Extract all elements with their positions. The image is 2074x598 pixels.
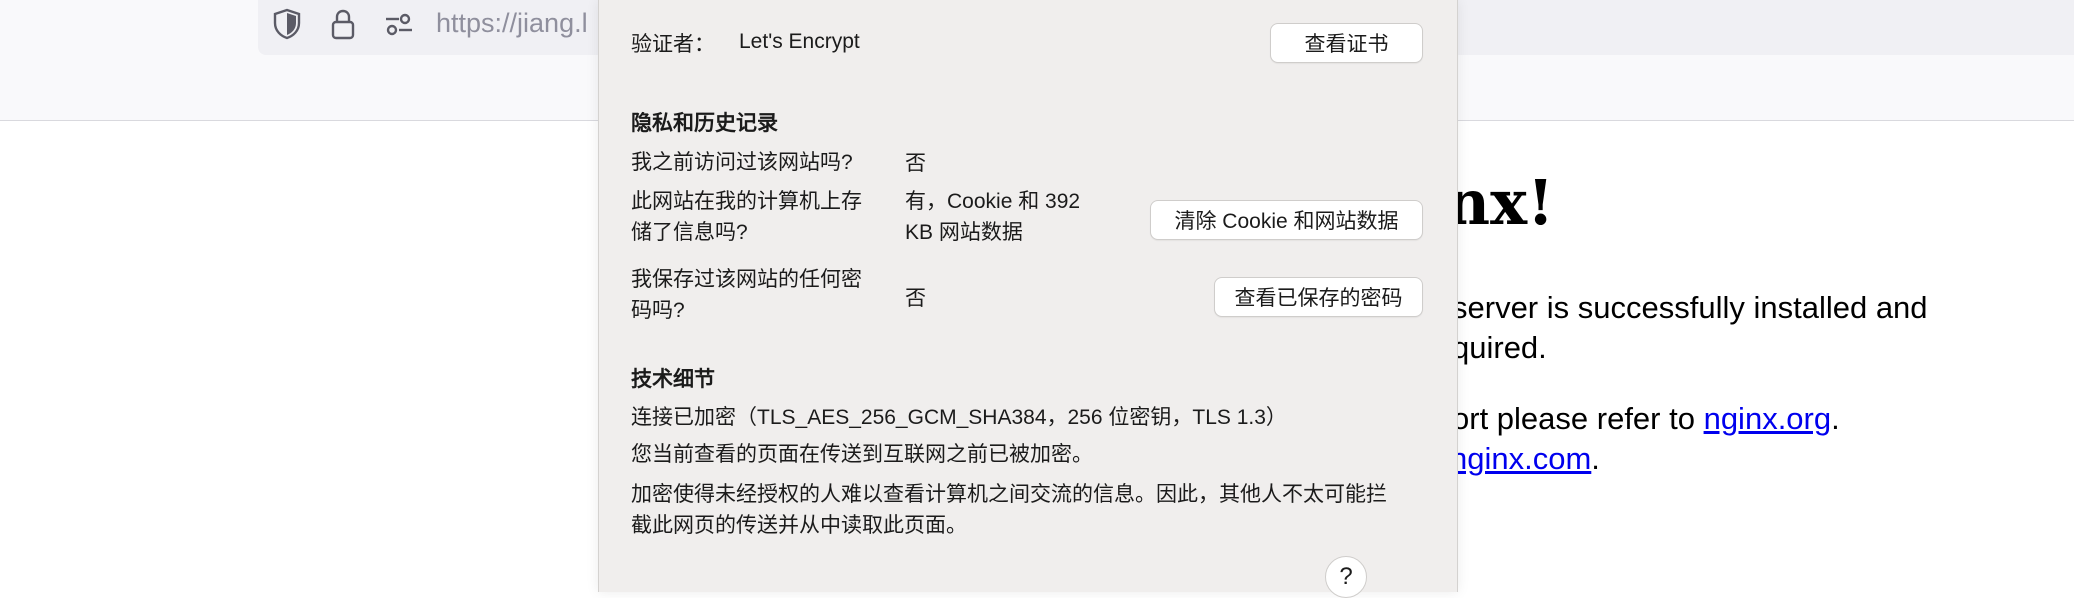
para2-line2: nginx.com. [1450, 439, 1600, 479]
stored-question-line1: 此网站在我的计算机上存 [631, 190, 862, 213]
tech-heading: 技术细节 [631, 368, 715, 391]
stored-answer-line2: KB 网站数据 [905, 221, 1023, 244]
visited-question: 我之前访问过该网站吗? [631, 151, 853, 174]
stored-answer-line1: 有，Cookie 和 392 [905, 190, 1081, 213]
tech-explanation-line1: 加密使得未经授权的人难以查看计算机之间交流的信息。因此，其他人不太可能拦 [631, 483, 1387, 506]
shield-icon[interactable] [270, 6, 304, 42]
tech-explanation: 加密使得未经授权的人难以查看计算机之间交流的信息。因此，其他人不太可能拦 截此网… [631, 479, 1387, 541]
para2-line2-period: . [1591, 441, 1600, 476]
stored-answer: 有，Cookie 和 392 KB 网站数据 [905, 186, 1080, 248]
para2-line1: ort please refer to nginx.org. [1452, 399, 1840, 439]
password-question-line1: 我保存过该网站的任何密 [631, 268, 862, 291]
tech-encrypted-note: 您当前查看的页面在传送到互联网之前已被加密。 [631, 443, 1093, 466]
para2-text: ort please refer to [1452, 401, 1704, 436]
tech-encryption-line: 连接已加密（TLS_AES_256_GCM_SHA384，256 位密钥，TLS… [631, 406, 1287, 429]
nginx-com-link[interactable]: nginx.com [1450, 441, 1591, 476]
para1-line2: quired. [1452, 330, 1547, 365]
clear-cookies-button[interactable]: 清除 Cookie 和网站数据 [1150, 200, 1423, 240]
verifier-label: 验证者： [631, 33, 715, 56]
password-question-line2: 码吗? [631, 299, 685, 322]
lock-icon[interactable] [326, 6, 360, 42]
view-certificate-button[interactable]: 查看证书 [1270, 23, 1423, 63]
permissions-icon[interactable] [382, 6, 416, 42]
site-info-panel: 验证者： Let's Encrypt 查看证书 隐私和历史记录 我之前访问过该网… [598, 0, 1458, 598]
url-text[interactable]: https://jiang.l [436, 8, 588, 39]
page-title: nx! [1445, 166, 1555, 239]
stored-question: 此网站在我的计算机上存 储了信息吗? [631, 186, 862, 248]
privacy-heading: 隐私和历史记录 [631, 112, 778, 135]
visited-answer: 否 [905, 152, 926, 175]
para2-period: . [1831, 401, 1840, 436]
tech-explanation-line2: 截此网页的传送并从中读取此页面。 [631, 514, 967, 537]
password-question: 我保存过该网站的任何密 码吗? [631, 264, 862, 326]
nginx-org-link[interactable]: nginx.org [1704, 401, 1832, 436]
view-saved-passwords-button[interactable]: 查看已保存的密码 [1214, 277, 1423, 317]
password-answer: 否 [905, 287, 926, 310]
para1-line1: server is successfully installed and [1452, 290, 1928, 325]
verifier-value: Let's Encrypt [739, 30, 860, 53]
stored-question-line2: 储了信息吗? [631, 221, 748, 244]
